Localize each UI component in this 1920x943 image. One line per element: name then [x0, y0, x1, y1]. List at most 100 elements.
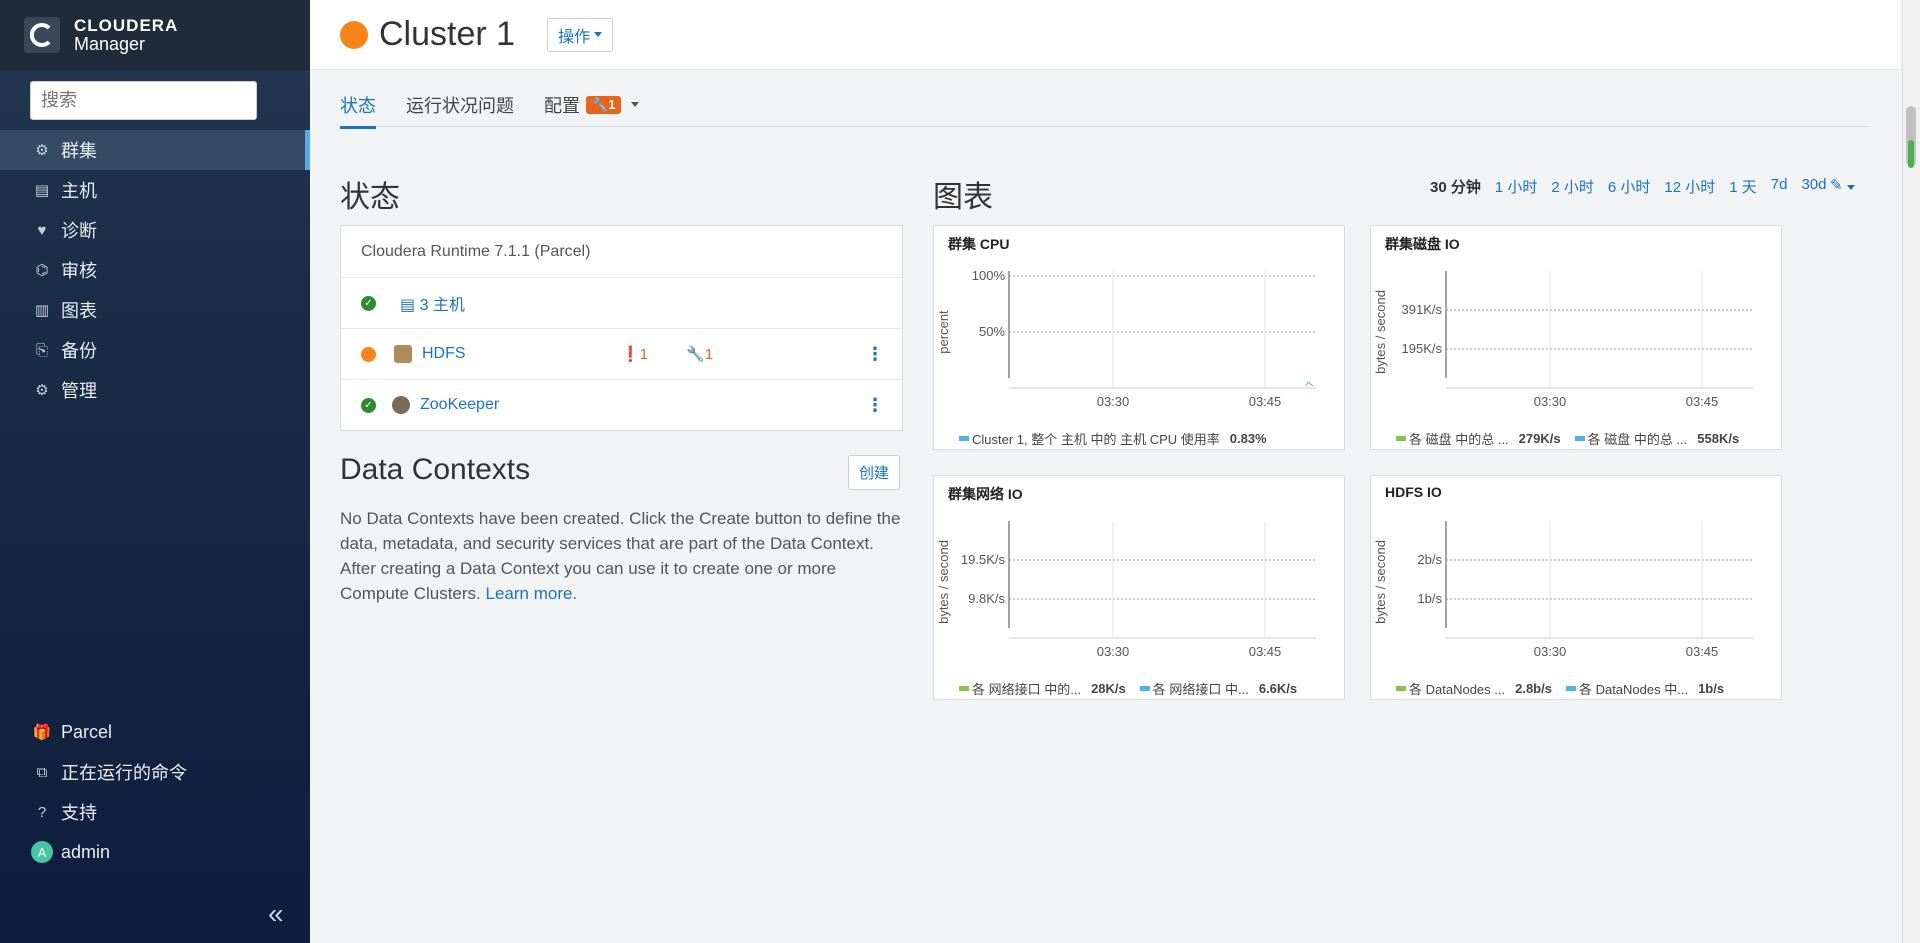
hosts-row: ✓ ▤ 3 主机	[341, 277, 902, 328]
y-tick-label: 1b/s	[1417, 591, 1442, 606]
sidebar-item-1[interactable]: ▤ 主机	[0, 170, 310, 210]
gear-icon: ⚙	[35, 382, 49, 399]
time-range-option[interactable]: 7d	[1771, 176, 1788, 197]
chart-legend: 各 磁盘 中的总 ... 279K/s 各 磁盘 中的总 ... 558K/s	[1396, 429, 1753, 448]
sidebar-item-0[interactable]: ⚙ 群集	[0, 130, 310, 170]
legend-swatch	[1139, 686, 1150, 691]
sidebar-item-1[interactable]: ⧉ 正在运行的命令	[0, 752, 310, 792]
hosts-link[interactable]: ▤ 3 主机	[400, 291, 465, 315]
chart-plot: 391K/s 195K/s 03:30 03:45 bytes / second	[1373, 271, 1753, 409]
backup-icon: ⎘	[35, 341, 48, 359]
help-icon: ?	[37, 803, 47, 821]
time-range-option[interactable]: 30d	[1801, 176, 1826, 197]
chart-legend: 各 网络接口 中的... 28K/s 各 网络接口 中... 6.6K/s	[959, 679, 1311, 698]
tab-configuration[interactable]: 配置 🔧1	[544, 82, 640, 127]
collapse-sidebar-icon[interactable]: «	[268, 898, 284, 930]
y-tick-label: 391K/s	[1402, 302, 1443, 317]
create-data-context-button[interactable]: 创建	[848, 455, 901, 490]
chart-panel[interactable]: 群集 CPU 100% 50% 03:30 03:45 percent Cluster 1,…	[933, 225, 1345, 450]
y-tick-label: 195K/s	[1402, 341, 1443, 356]
learn-more-link[interactable]: Learn more.	[486, 584, 578, 603]
sidebar-item-label: 主机	[61, 181, 97, 201]
good-health-icon: ✓	[361, 295, 376, 311]
time-range-option[interactable]: 12 小时	[1664, 176, 1715, 197]
legend-swatch	[1565, 686, 1576, 691]
sidebar-item-3[interactable]: Aadmin	[0, 832, 310, 872]
legend-series-name: 各 DataNodes ...	[1409, 682, 1506, 697]
health-alert-value: 1	[639, 346, 649, 363]
chart-panel[interactable]: 群集磁盘 IO 391K/s 195K/s 03:30 03:45 bytes / sec…	[1370, 225, 1782, 450]
legend-series-value: 28K/s	[1091, 681, 1126, 696]
sidebar-item-4[interactable]: ▥ 图表	[0, 290, 310, 330]
sidebar-item-0[interactable]: 🎁 Parcel	[0, 712, 310, 752]
time-range-option[interactable]: 1 小时	[1495, 176, 1538, 197]
tab-status[interactable]: 状态	[340, 82, 376, 129]
more-actions-icon[interactable]: ⋮	[866, 344, 884, 365]
y-axis-label: bytes / second	[1373, 290, 1388, 374]
zookeeper-link[interactable]: ZooKeeper	[420, 396, 499, 414]
edit-charts-icon[interactable]: ✎	[1830, 176, 1855, 194]
time-range-option[interactable]: 1 天	[1729, 176, 1757, 197]
brand[interactable]: CLOUDERA Manager	[0, 0, 310, 70]
sidebar-item-2[interactable]: ♥ 诊断	[0, 210, 310, 250]
legend-series-name: 各 网络接口 中...	[1152, 682, 1249, 697]
sidebar-item-label: 支持	[61, 803, 97, 823]
chevron-down-icon	[631, 102, 640, 107]
x-tick-label: 03:30	[1534, 644, 1567, 659]
hosts-link-label: 3 主机	[419, 297, 465, 314]
runtime-version: Cloudera Runtime 7.1.1 (Parcel)	[361, 242, 591, 260]
time-range-option[interactable]: 6 小时	[1608, 176, 1651, 197]
y-axis-label: bytes / second	[936, 540, 951, 624]
concerning-health-icon	[361, 346, 376, 362]
sidebar-item-label: Parcel	[61, 721, 113, 742]
main-content: Cluster 1 操作 状态 运行状况问题 配置 🔧1 状态 Cloudera…	[310, 0, 1900, 943]
time-range-selector: 30 分钟 1 小时 2 小时 6 小时 12 小时 1 天 7d 30d	[1430, 176, 1841, 197]
chart-plot: 100% 50% 03:30 03:45 percent	[936, 268, 1316, 409]
sidebar: CLOUDERA Manager ⚙ 群集 ▤ 主机 ♥ 诊断 ⌬ 审核 ▥ 图表 ⎘ 备份 ⚙ 管理 🎁…	[0, 0, 310, 943]
sidebar-item-2[interactable]: ? 支持	[0, 792, 310, 832]
hdfs-icon	[394, 345, 412, 363]
sidebar-item-label: 审核	[61, 261, 97, 281]
time-range-option[interactable]: 2 小时	[1551, 176, 1594, 197]
x-tick-label: 03:45	[1686, 394, 1719, 409]
time-range-option[interactable]: 30 分钟	[1430, 176, 1481, 197]
charts-heading: 图表	[933, 181, 993, 214]
search-input[interactable]	[30, 81, 257, 120]
scrollbar[interactable]	[1902, 0, 1920, 943]
wrench-icon: 🔧	[686, 346, 705, 363]
status-panel: Cloudera Runtime 7.1.1 (Parcel) ✓ ▤ 3 主机…	[340, 225, 903, 431]
sidebar-item-3[interactable]: ⌬ 审核	[0, 250, 310, 290]
chevron-down-icon	[1846, 185, 1855, 190]
cluster-status-icon	[340, 20, 368, 49]
service-row-zookeeper: ✓ ZooKeeper ⋮	[341, 379, 902, 430]
legend-series-name: Cluster 1, 整个 主机 中的 主机 CPU 使用率	[972, 432, 1220, 447]
legend-swatch	[1396, 436, 1406, 441]
sidebar-item-5[interactable]: ⎘ 备份	[0, 330, 310, 370]
legend-swatch	[1396, 686, 1406, 691]
more-actions-icon[interactable]: ⋮	[866, 395, 884, 416]
y-tick-label: 2b/s	[1417, 552, 1442, 567]
y-tick-label: 19.5K/s	[961, 552, 1006, 567]
chart-panel[interactable]: 群集网络 IO 19.5K/s 9.8K/s 03:30 03:45 bytes / se…	[933, 475, 1345, 700]
gift-icon: 🎁	[32, 724, 52, 741]
config-issue-value: 1	[704, 346, 714, 363]
hdfs-link[interactable]: HDFS	[422, 345, 466, 363]
legend-series-value: 0.83%	[1229, 431, 1267, 446]
x-tick-label: 03:30	[1097, 644, 1130, 659]
binoculars-icon: ⌬	[35, 262, 49, 279]
actions-dropdown-button[interactable]: 操作	[547, 17, 614, 52]
brand-name: CLOUDERA	[74, 16, 179, 35]
legend-series-value: 279K/s	[1518, 431, 1561, 446]
config-issue-count[interactable]: 🔧1	[686, 345, 713, 363]
status-heading: 状态	[340, 181, 400, 214]
sidebar-item-6[interactable]: ⚙ 管理	[0, 370, 310, 410]
health-alert-count[interactable]: ❗1	[621, 345, 648, 363]
data-contexts-heading: Data Contexts	[340, 453, 531, 486]
actions-label: 操作	[558, 28, 591, 46]
sidebar-item-label: 诊断	[61, 221, 97, 241]
y-tick-label: 50%	[979, 324, 1005, 339]
tab-health-issues[interactable]: 运行状况问题	[406, 82, 514, 127]
chart-panel[interactable]: HDFS IO 2b/s 1b/s 03:30 03:45 bytes / second 各…	[1370, 475, 1782, 700]
zookeeper-icon	[392, 396, 410, 414]
tab-bar: 状态 运行状况问题 配置 🔧1	[340, 82, 1868, 129]
